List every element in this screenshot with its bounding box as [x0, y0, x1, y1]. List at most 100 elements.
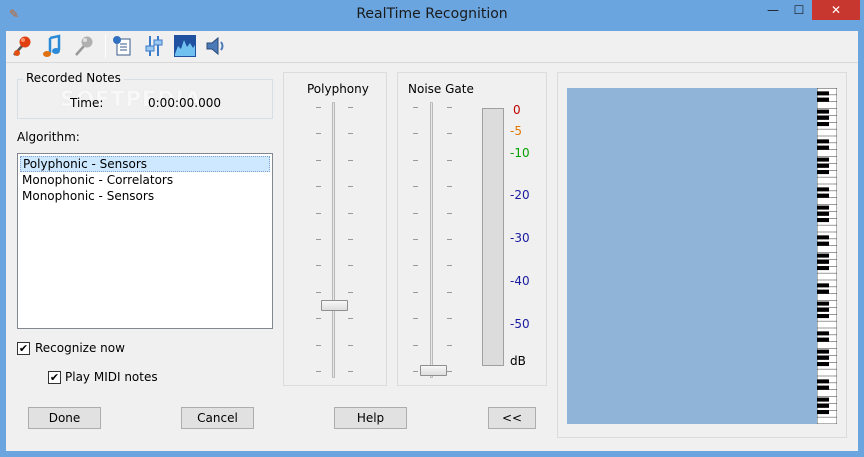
black-key [817, 97, 829, 102]
polyphony-slider-thumb[interactable] [321, 299, 348, 311]
slider-tick [348, 265, 353, 266]
slider-tick [348, 133, 353, 134]
black-key [817, 362, 829, 367]
algorithm-option[interactable]: Monophonic - Correlators [20, 172, 270, 188]
play-midi-label[interactable]: Play MIDI notes [65, 370, 158, 384]
black-key [817, 170, 829, 175]
microphone-record-icon[interactable] [9, 33, 35, 59]
time-label: Time: [70, 96, 104, 110]
slider-tick [447, 265, 452, 266]
cancel-button[interactable]: Cancel [181, 407, 254, 429]
noise-gate-panel [397, 72, 547, 386]
black-key [817, 115, 829, 120]
slider-tick [348, 239, 353, 240]
algorithm-option[interactable]: Monophonic - Sensors [20, 188, 270, 204]
slider-tick [447, 213, 452, 214]
slider-tick [447, 345, 452, 346]
black-key [817, 193, 829, 198]
slider-tick [316, 371, 321, 372]
piano-roll-area[interactable] [567, 88, 817, 424]
polyphony-slider-track[interactable] [332, 102, 335, 378]
done-button[interactable]: Done [28, 407, 101, 429]
black-key [817, 91, 829, 96]
slider-tick [413, 239, 418, 240]
slider-tick [413, 265, 418, 266]
db-label: -20 [510, 188, 530, 202]
algorithm-label: Algorithm: [17, 130, 80, 144]
close-button[interactable]: ✕ [812, 0, 860, 20]
slider-tick [447, 107, 452, 108]
slider-tick [316, 133, 321, 134]
slider-tick [348, 213, 353, 214]
document-settings-icon[interactable] [110, 33, 136, 59]
slider-tick [348, 107, 353, 108]
black-key [817, 235, 829, 240]
piano-keyboard[interactable] [817, 88, 837, 424]
black-key [817, 157, 829, 162]
db-label: -40 [510, 274, 530, 288]
noise-gate-slider-track[interactable] [430, 102, 433, 378]
noise-gate-title: Noise Gate [408, 82, 474, 96]
maximize-button[interactable]: ☐ [786, 0, 812, 20]
slider-tick [447, 318, 452, 319]
slider-tick [413, 160, 418, 161]
recognize-now-checkbox[interactable]: ✔ [17, 342, 30, 355]
black-key [817, 283, 829, 288]
slider-tick [447, 239, 452, 240]
algorithm-listbox[interactable]: Polyphonic - Sensors Monophonic - Correl… [17, 153, 273, 329]
slider-tick [447, 371, 452, 372]
black-key [817, 211, 829, 216]
db-label: 0 [513, 103, 521, 117]
help-button[interactable]: Help [334, 407, 407, 429]
slider-tick [413, 186, 418, 187]
slider-tick [316, 292, 321, 293]
slider-tick [316, 160, 321, 161]
algorithm-option[interactable]: Polyphonic - Sensors [20, 156, 270, 172]
slider-tick [413, 371, 418, 372]
black-key [817, 109, 829, 114]
black-key [817, 355, 829, 360]
black-key [817, 145, 829, 150]
slider-tick [348, 318, 353, 319]
slider-tick [316, 265, 321, 266]
slider-tick [316, 186, 321, 187]
slider-tick [348, 345, 353, 346]
slider-tick [316, 213, 321, 214]
polyphony-panel [283, 72, 387, 386]
slider-tick [413, 292, 418, 293]
slider-tick [348, 186, 353, 187]
black-key [817, 122, 829, 127]
speaker-icon[interactable] [203, 33, 229, 59]
spectrum-icon[interactable] [172, 33, 198, 59]
noise-gate-slider-thumb[interactable] [420, 365, 447, 376]
db-label: -30 [510, 231, 530, 245]
slider-tick [447, 133, 452, 134]
slider-tick [413, 133, 418, 134]
db-label: -10 [510, 146, 530, 160]
black-key [817, 205, 829, 210]
collapse-button[interactable]: << [488, 407, 536, 429]
black-key [817, 187, 829, 192]
slider-tick [447, 160, 452, 161]
black-key [817, 218, 829, 223]
black-key [817, 259, 829, 264]
black-key [817, 266, 829, 271]
slider-tick [413, 318, 418, 319]
slider-tick [413, 107, 418, 108]
minimize-button[interactable]: — [760, 0, 786, 20]
music-note-icon[interactable] [40, 33, 66, 59]
time-value: 0:00:00.000 [148, 96, 221, 110]
toolbar-separator [105, 34, 106, 58]
recognize-now-label[interactable]: Recognize now [35, 341, 125, 355]
slider-tick [348, 292, 353, 293]
microphone-disabled-icon[interactable] [71, 33, 97, 59]
tuning-sliders-icon[interactable] [141, 33, 167, 59]
black-key [817, 314, 829, 319]
polyphony-title: Polyphony [307, 82, 369, 96]
play-midi-checkbox[interactable]: ✔ [48, 371, 61, 384]
black-key [817, 397, 829, 402]
recorded-notes-legend: Recorded Notes [23, 71, 124, 85]
slider-tick [447, 292, 452, 293]
slider-tick [316, 318, 321, 319]
black-key [817, 385, 829, 390]
